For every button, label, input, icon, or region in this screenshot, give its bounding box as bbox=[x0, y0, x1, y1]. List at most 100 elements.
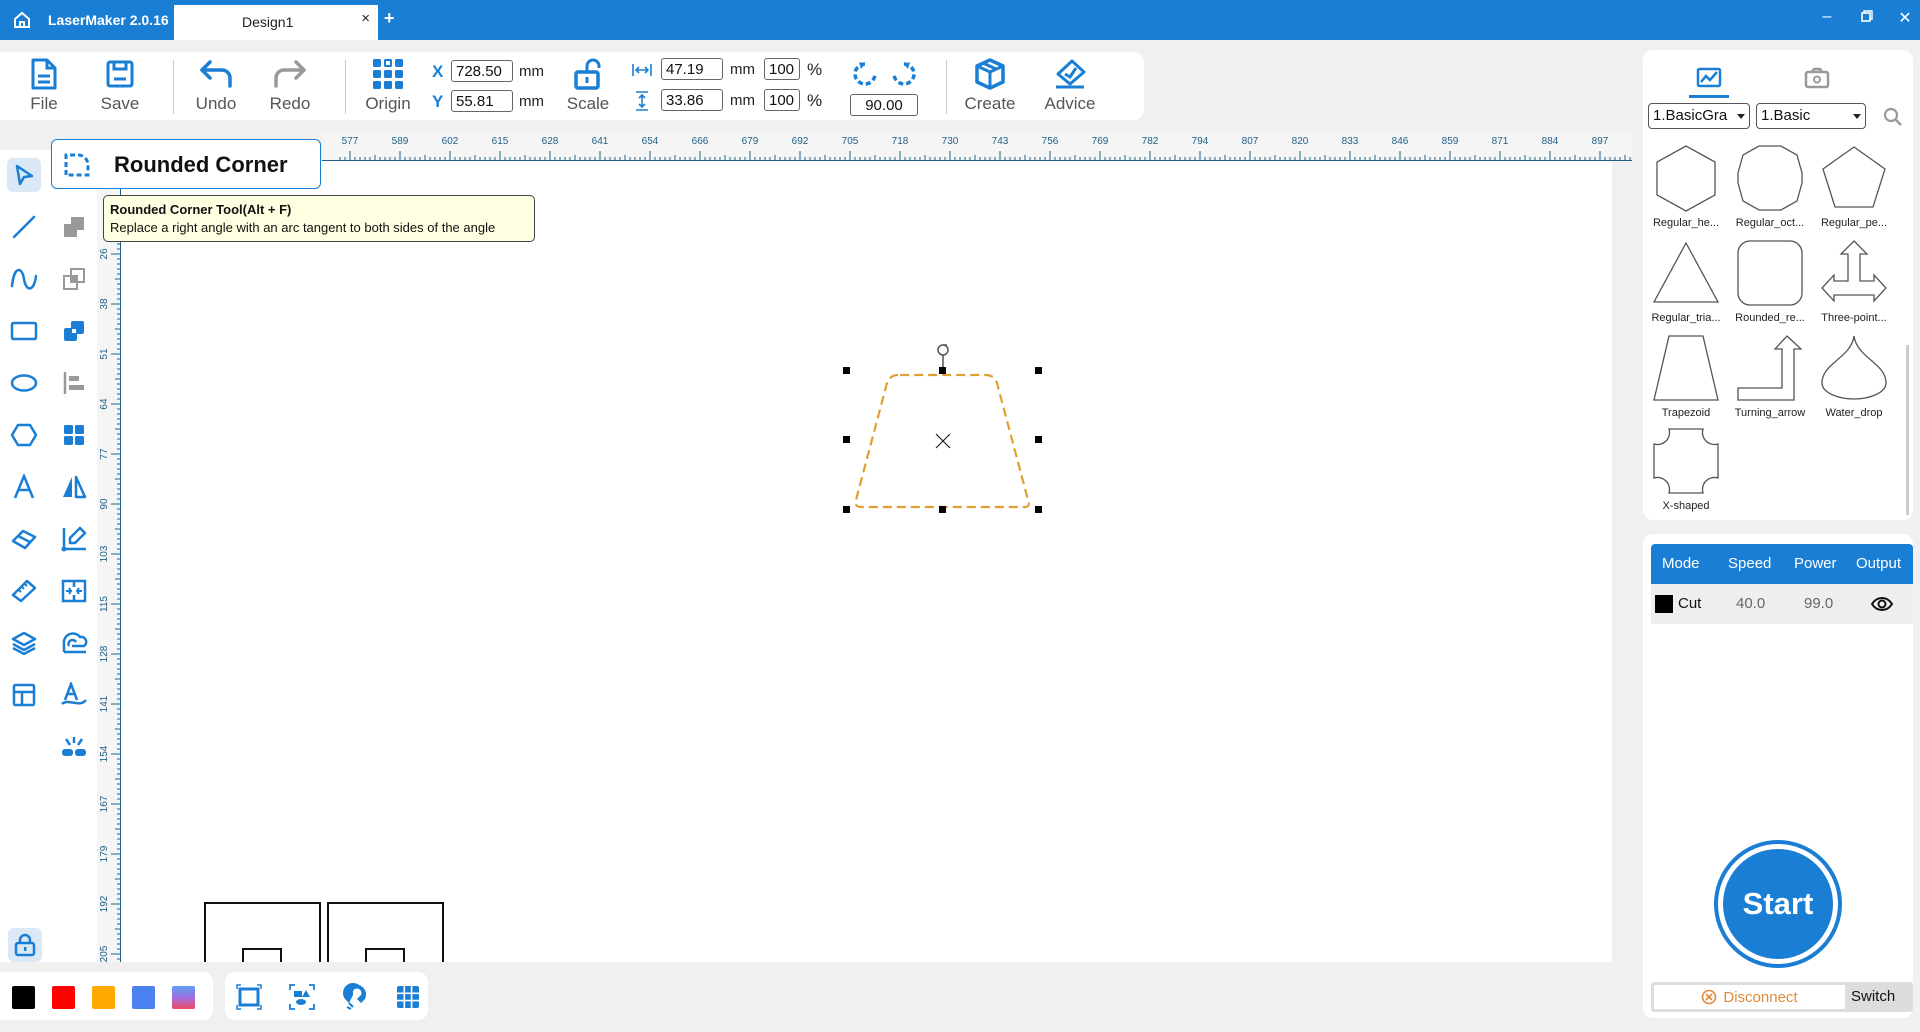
mirror-tool[interactable] bbox=[57, 470, 91, 504]
new-tab-button[interactable]: + bbox=[384, 8, 395, 29]
lock-button[interactable] bbox=[8, 928, 42, 962]
shape-water-drop[interactable]: Water_drop bbox=[1813, 333, 1895, 425]
rotation-angle-input[interactable] bbox=[850, 94, 918, 116]
polygon-tool[interactable] bbox=[7, 418, 41, 452]
measure-tool[interactable] bbox=[7, 574, 41, 608]
color-swatch-blue[interactable] bbox=[132, 986, 155, 1009]
curve-tool[interactable] bbox=[7, 262, 41, 296]
shape-list-scrollbar[interactable] bbox=[1906, 345, 1909, 515]
shape-regular-octagon[interactable]: Regular_oct... bbox=[1729, 143, 1811, 235]
disconnect-button[interactable]: Disconnect bbox=[1654, 985, 1845, 1009]
redo-button[interactable]: Redo bbox=[260, 58, 320, 114]
ruler-label: 602 bbox=[442, 136, 459, 147]
home-icon[interactable] bbox=[12, 10, 32, 30]
close-window-icon[interactable]: ✕ bbox=[1893, 8, 1917, 28]
x-label: X bbox=[432, 62, 444, 81]
grid-toggle-icon[interactable] bbox=[394, 983, 422, 1011]
shape-regular-hexagon[interactable]: Regular_he... bbox=[1645, 143, 1727, 235]
align-tool[interactable] bbox=[57, 366, 91, 400]
shape-turning-arrow[interactable]: Turning_arrow bbox=[1729, 333, 1811, 425]
background-object[interactable] bbox=[204, 902, 444, 962]
shape-regular-pentagon[interactable]: Regular_pe... bbox=[1813, 143, 1895, 235]
tab-camera[interactable] bbox=[1787, 58, 1847, 98]
edit-node-tool[interactable] bbox=[57, 522, 91, 556]
text-tool[interactable] bbox=[7, 470, 41, 504]
line-icon bbox=[12, 215, 36, 239]
scale-lock-button[interactable]: Scale bbox=[558, 58, 618, 114]
height-percent-input[interactable] bbox=[764, 89, 800, 111]
intersect-tool[interactable] bbox=[57, 314, 91, 348]
create-button[interactable]: Create bbox=[960, 58, 1020, 114]
text-path-tool[interactable] bbox=[57, 678, 91, 712]
ruler-label: 38 bbox=[99, 298, 110, 310]
design-canvas[interactable] bbox=[121, 161, 1612, 962]
fit-canvas-icon[interactable] bbox=[235, 983, 263, 1011]
magnet-snap-icon[interactable] bbox=[341, 983, 369, 1011]
rectangle-tool[interactable] bbox=[7, 314, 41, 348]
close-tab-icon[interactable]: × bbox=[361, 10, 370, 27]
combine-tool[interactable] bbox=[57, 210, 91, 244]
color-swatch-red[interactable] bbox=[52, 986, 75, 1009]
rounded-rectangle-shape-icon bbox=[1737, 240, 1803, 306]
restore-icon[interactable] bbox=[1855, 9, 1879, 27]
scale-label: Scale bbox=[566, 94, 610, 113]
laser-tool[interactable] bbox=[57, 730, 91, 764]
layer-power[interactable]: 99.0 bbox=[1804, 595, 1833, 612]
color-swatch-gradient[interactable] bbox=[172, 986, 195, 1009]
undo-button[interactable]: Undo bbox=[186, 58, 246, 114]
x-position-input[interactable] bbox=[451, 60, 513, 82]
tab-design1[interactable]: Design1 × bbox=[174, 5, 378, 40]
ruler-label: 794 bbox=[1192, 136, 1209, 147]
shape-x-shaped[interactable]: X-shaped bbox=[1645, 426, 1727, 518]
line-tool[interactable] bbox=[7, 210, 41, 244]
lock-icon bbox=[14, 933, 36, 957]
layers-tool[interactable] bbox=[7, 626, 41, 660]
layer-color-swatch[interactable] bbox=[1655, 595, 1673, 613]
color-swatch-black[interactable] bbox=[12, 986, 35, 1009]
rectangle-icon bbox=[10, 321, 38, 341]
array-tool[interactable] bbox=[57, 418, 91, 452]
shape-trapezoid[interactable]: Trapezoid bbox=[1645, 333, 1727, 425]
subtract-tool[interactable] bbox=[57, 262, 91, 296]
ellipse-tool[interactable] bbox=[7, 366, 41, 400]
fit-selection-icon[interactable] bbox=[288, 983, 316, 1011]
shape-rounded-rectangle[interactable]: Rounded_re... bbox=[1729, 238, 1811, 330]
save-button[interactable]: Save bbox=[90, 58, 150, 114]
shape-label: Regular_oct... bbox=[1735, 217, 1805, 229]
layer-speed[interactable]: 40.0 bbox=[1736, 595, 1765, 612]
tab-graphics-library[interactable] bbox=[1679, 58, 1739, 98]
shape-label: Regular_tria... bbox=[1651, 312, 1721, 324]
rotate-handle-icon[interactable] bbox=[937, 344, 949, 356]
eye-icon[interactable] bbox=[1870, 595, 1894, 613]
shape-regular-triangle[interactable]: Regular_tria... bbox=[1645, 238, 1727, 330]
rounded-corner-tool-flyout[interactable]: Rounded Corner bbox=[51, 139, 321, 189]
minimize-icon[interactable]: – bbox=[1815, 8, 1839, 26]
start-button[interactable]: Start bbox=[1714, 840, 1842, 968]
rotate-cw-icon[interactable] bbox=[890, 60, 918, 88]
app-name: LaserMaker 2.0.16 bbox=[48, 12, 169, 28]
layer-row[interactable]: Cut 40.0 99.0 bbox=[1651, 584, 1913, 624]
offset-tool[interactable] bbox=[57, 574, 91, 608]
color-swatch-orange[interactable] bbox=[92, 986, 115, 1009]
ruler-label: 846 bbox=[1392, 136, 1409, 147]
shape-three-point-arrow[interactable]: Three-point... bbox=[1813, 238, 1895, 330]
eraser-tool[interactable] bbox=[7, 522, 41, 556]
category-dropdown[interactable]: 1.BasicGra bbox=[1648, 103, 1750, 129]
search-icon[interactable] bbox=[1883, 107, 1903, 127]
width-unit: mm bbox=[730, 61, 755, 78]
layer-mode[interactable]: Cut bbox=[1678, 595, 1701, 612]
y-position-input[interactable] bbox=[451, 90, 513, 112]
layout-tool[interactable] bbox=[7, 678, 41, 712]
width-input[interactable] bbox=[661, 58, 723, 80]
fill-tool[interactable] bbox=[57, 626, 91, 660]
file-button[interactable]: File bbox=[14, 58, 74, 114]
width-percent-input[interactable] bbox=[764, 58, 800, 80]
height-input[interactable] bbox=[661, 89, 723, 111]
switch-button[interactable]: Switch bbox=[1851, 988, 1895, 1005]
curve-icon bbox=[10, 268, 38, 290]
rotate-ccw-icon[interactable] bbox=[851, 60, 879, 88]
subcategory-dropdown[interactable]: 1.Basic bbox=[1756, 103, 1866, 129]
origin-button[interactable]: Origin bbox=[358, 58, 418, 114]
advice-button[interactable]: Advice bbox=[1040, 58, 1100, 114]
select-tool[interactable] bbox=[7, 158, 41, 192]
